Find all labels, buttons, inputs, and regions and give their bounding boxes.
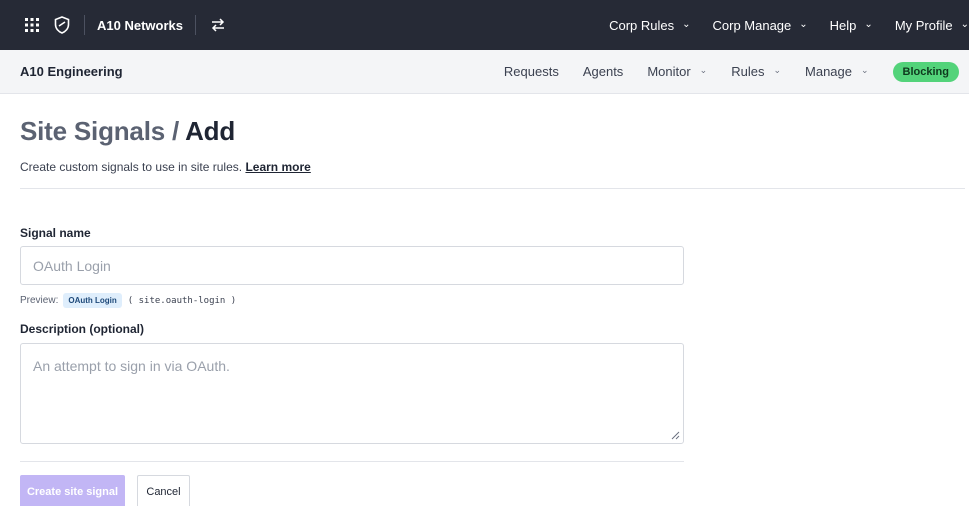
nav-agents[interactable]: Agents [583, 64, 623, 79]
subtitle-text: Create custom signals to use in site rul… [20, 160, 243, 174]
breadcrumb-site-signals[interactable]: Site Signals [20, 116, 165, 146]
preview-label: Preview: [20, 295, 59, 306]
nav-label: Corp Rules [609, 17, 675, 33]
breadcrumb-separator: / [172, 116, 180, 146]
resize-handle-icon[interactable] [670, 430, 680, 440]
nav-label: Rules [731, 64, 765, 79]
chevron-down-icon: ⌄ [773, 65, 782, 75]
page-title: Site Signals / Add [20, 116, 235, 147]
description-textarea[interactable]: An attempt to sign in via OAuth. [20, 343, 684, 444]
learn-more-link[interactable]: Learn more [245, 160, 310, 174]
preview-chip: OAuth Login [63, 293, 122, 308]
nav-label: My Profile [894, 17, 953, 33]
divider [20, 188, 965, 189]
nav-corp-rules[interactable]: Corp Rules ⌄ [609, 18, 690, 33]
chevron-down-icon: ⌄ [682, 18, 691, 30]
description-placeholder: An attempt to sign in via OAuth. [33, 358, 230, 374]
nav-rules[interactable]: Rules ⌄ [731, 64, 781, 79]
shield-logo-icon[interactable] [52, 15, 72, 35]
description-label: Description (optional) [20, 322, 144, 336]
signal-name-placeholder: OAuth Login [33, 257, 111, 274]
divider [20, 461, 684, 462]
chevron-down-icon: ⌄ [864, 18, 873, 30]
breadcrumb-current: Add [185, 116, 236, 146]
divider [84, 15, 85, 35]
switch-corp-icon[interactable] [208, 15, 228, 35]
nav-manage[interactable]: Manage ⌄ [805, 64, 869, 79]
divider [194, 15, 196, 35]
apps-grid-icon[interactable] [22, 15, 42, 35]
nav-label: Monitor [647, 64, 691, 79]
nav-corp-manage[interactable]: Corp Manage ⌄ [713, 18, 808, 33]
chevron-down-icon: ⌄ [699, 65, 708, 75]
nav-label: Agents [582, 64, 624, 79]
chevron-down-icon: ⌄ [861, 65, 869, 75]
nav-label: Manage [805, 64, 852, 79]
page-subtitle: Create custom signals to use in site rul… [20, 160, 311, 174]
signal-preview: Preview: OAuth Login ( site.oauth-login … [20, 293, 236, 308]
cancel-button[interactable]: Cancel [137, 475, 190, 506]
nav-requests[interactable]: Requests [504, 64, 559, 79]
create-site-signal-button[interactable]: Create site signal [20, 475, 125, 506]
site-navbar: A10 Engineering Requests Agents Monitor … [0, 50, 969, 94]
status-badge[interactable]: Blocking [892, 61, 959, 82]
nav-label: Requests [503, 64, 559, 79]
nav-my-profile[interactable]: My Profile ⌄ [895, 18, 969, 33]
nav-help[interactable]: Help ⌄ [830, 18, 873, 33]
nav-label: Corp Manage [712, 17, 792, 33]
nav-monitor[interactable]: Monitor ⌄ [647, 64, 707, 79]
chevron-down-icon: ⌄ [960, 18, 969, 30]
top-navbar: A10 Networks Corp Rules ⌄ Corp Manage ⌄ … [0, 0, 969, 50]
signal-name-input[interactable]: OAuth Login [20, 246, 684, 285]
nav-label: Help [829, 17, 857, 33]
signal-name-label: Signal name [20, 226, 91, 240]
chevron-down-icon: ⌄ [799, 18, 808, 30]
site-name[interactable]: A10 Engineering [20, 64, 123, 79]
preview-code: ( site.oauth-login ) [127, 295, 237, 306]
corp-name[interactable]: A10 Networks [97, 18, 183, 33]
